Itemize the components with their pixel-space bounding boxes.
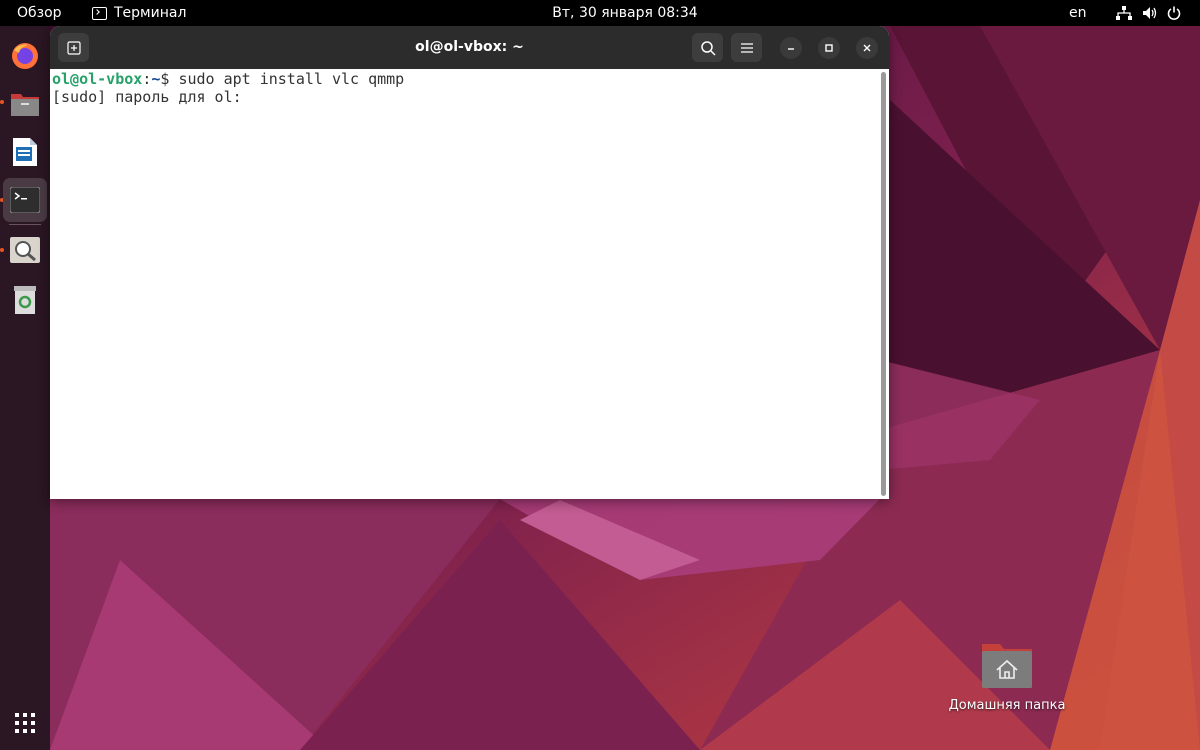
volume-icon[interactable]: [1142, 0, 1158, 26]
terminal-command-line: ol@ol-vbox:~$ sudo apt install vlc qmmp: [52, 70, 879, 88]
prompt-separator: :: [142, 70, 152, 88]
files-icon: [11, 94, 39, 116]
terminal-window[interactable]: ol@ol-vbox: ~ ol@ol-vbox:~$ sudo apt ins…: [50, 26, 889, 499]
window-title: ol@ol-vbox: ~: [415, 39, 524, 55]
window-headerbar[interactable]: ol@ol-vbox: ~: [50, 26, 889, 69]
dock: [0, 26, 50, 750]
terminal-scrollbar[interactable]: [879, 69, 889, 499]
minimize-button[interactable]: [780, 37, 802, 59]
search-button[interactable]: [692, 33, 723, 62]
new-tab-button[interactable]: [58, 33, 89, 62]
dock-item-files[interactable]: [3, 82, 47, 126]
keyboard-layout-indicator[interactable]: en: [1069, 0, 1087, 26]
network-icon[interactable]: [1116, 0, 1132, 26]
dock-item-firefox[interactable]: [3, 34, 47, 78]
maximize-icon: [825, 44, 833, 52]
search-icon: [700, 40, 716, 56]
clock[interactable]: Вт, 30 января 08:34: [0, 0, 1200, 26]
minimize-icon: [788, 48, 794, 50]
close-icon: [863, 44, 871, 52]
dock-item-image-viewer[interactable]: [3, 228, 47, 272]
close-button[interactable]: [856, 37, 878, 59]
maximize-button[interactable]: [818, 37, 840, 59]
dock-item-writer[interactable]: [3, 130, 47, 174]
magnifier-icon: [10, 237, 40, 263]
terminal-icon: [10, 187, 40, 213]
grid-icon[interactable]: [14, 712, 36, 734]
dock-separator: [9, 224, 41, 225]
home-folder-icon: [982, 644, 1032, 688]
prompt-user: ol@ol-vbox: [52, 70, 143, 88]
top-bar: Обзор Терминал Вт, 30 января 08:34 en: [0, 0, 1200, 26]
power-icon[interactable]: [1167, 0, 1181, 26]
dock-item-trash[interactable]: [3, 278, 47, 322]
scrollbar-thumb[interactable]: [881, 72, 886, 496]
firefox-icon: [12, 43, 38, 69]
terminal-content[interactable]: ol@ol-vbox:~$ sudo apt install vlc qmmp …: [50, 69, 879, 499]
prompt-symbol: $: [160, 70, 179, 88]
home-folder-label: Домашняя папка: [948, 698, 1066, 713]
writer-icon: [13, 138, 37, 166]
new-tab-icon: [66, 40, 81, 55]
terminal-command: sudo apt install vlc qmmp: [178, 70, 405, 88]
terminal-output-line: [sudo] пароль для ol:: [52, 88, 251, 106]
desktop-home-folder[interactable]: Домашняя папка: [942, 636, 1072, 720]
trash-icon: [14, 286, 36, 314]
menu-button[interactable]: [731, 33, 762, 62]
hamburger-menu-icon: [740, 42, 753, 53]
dock-item-terminal[interactable]: [3, 178, 47, 222]
